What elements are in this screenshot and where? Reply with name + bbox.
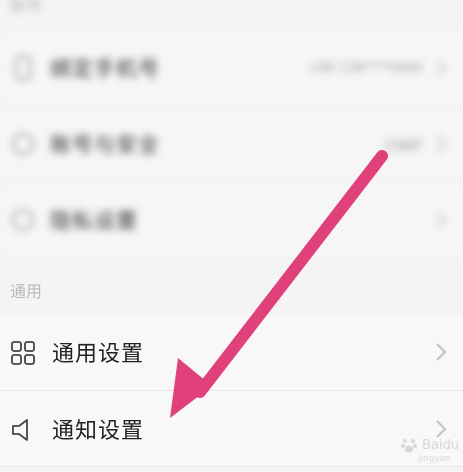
phone-icon bbox=[15, 56, 31, 80]
speaker-icon bbox=[12, 419, 28, 441]
settings-row-security[interactable]: 账号与安全 已保护 bbox=[0, 108, 463, 180]
baidu-watermark: Baidu jingyan bbox=[400, 436, 459, 464]
divider bbox=[0, 106, 463, 107]
settings-row-label: 隐私设置 bbox=[50, 209, 138, 233]
settings-row-notifications[interactable]: 通知设置 bbox=[0, 391, 463, 467]
settings-row-label: 通知设置 bbox=[52, 419, 145, 444]
section-header-account: 账号 bbox=[10, 0, 43, 15]
chevron-right-icon bbox=[436, 343, 447, 361]
watermark-subtext: jingyan bbox=[418, 454, 451, 464]
paw-icon bbox=[401, 439, 417, 453]
settings-row-label: 账号与安全 bbox=[50, 133, 160, 157]
divider bbox=[0, 466, 463, 467]
blurred-settings-area: 账号 绑定手机号 +86 138****0000 账号与安全 已保护 隐私设置 bbox=[0, 0, 463, 270]
settings-row-label: 绑定手机号 bbox=[50, 57, 160, 81]
settings-row-label: 通用设置 bbox=[52, 342, 145, 367]
settings-row-general[interactable]: 通用设置 bbox=[0, 314, 463, 390]
settings-row-value: 已保护 bbox=[383, 138, 423, 154]
chevron-right-icon bbox=[436, 59, 447, 77]
shield-icon bbox=[12, 133, 34, 155]
settings-row-privacy[interactable]: 隐私设置 bbox=[0, 184, 463, 256]
chevron-right-icon bbox=[436, 211, 447, 229]
lock-icon bbox=[12, 209, 34, 231]
watermark-text: Baidu bbox=[422, 437, 459, 453]
settings-row-phone[interactable]: 绑定手机号 +86 138****0000 bbox=[0, 32, 463, 104]
chevron-right-icon bbox=[436, 135, 447, 153]
divider bbox=[0, 182, 463, 183]
settings-row-value: +86 138****0000 bbox=[307, 60, 423, 76]
section-header-general: 通用 bbox=[10, 282, 43, 301]
grid-icon bbox=[11, 341, 35, 365]
